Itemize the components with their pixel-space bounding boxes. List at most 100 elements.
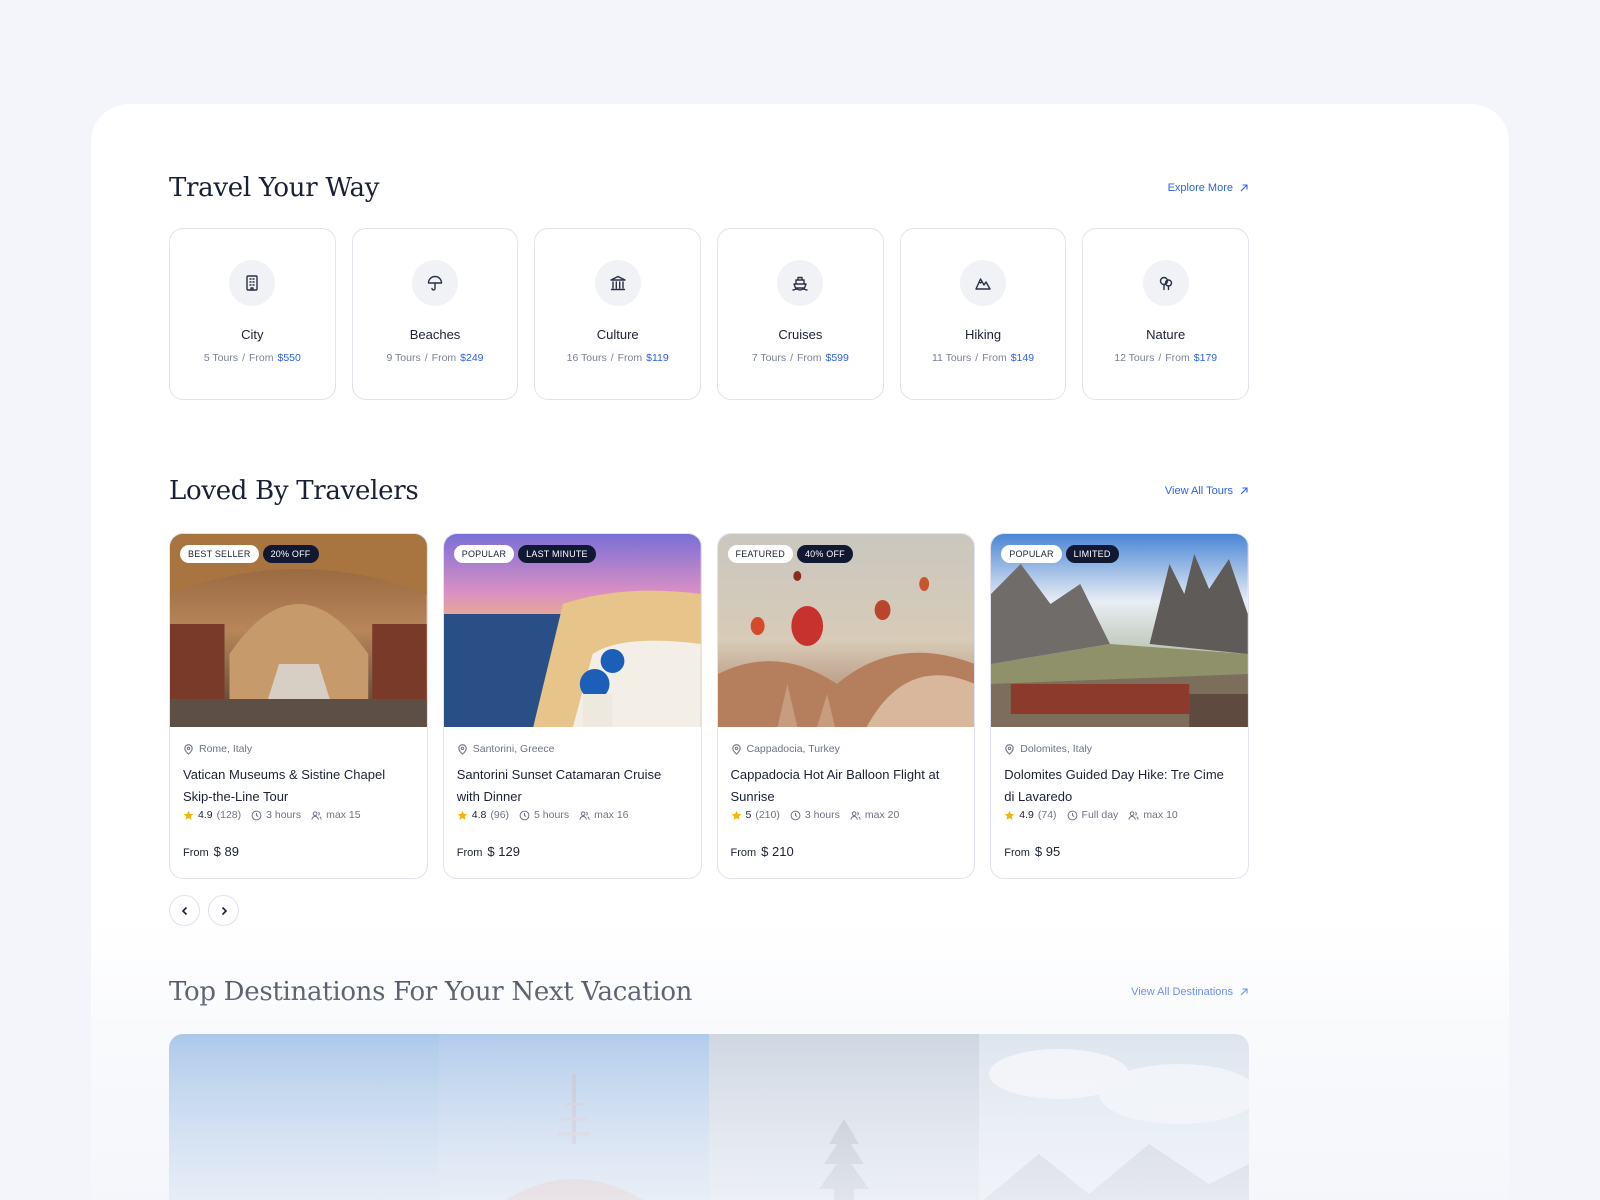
tour-title: Dolomites Guided Day Hike: Tre Cime di L… bbox=[1004, 767, 1224, 804]
tour-location: Rome, Italy bbox=[183, 743, 414, 755]
badge: 40% OFF bbox=[796, 545, 853, 563]
clock-icon bbox=[1067, 810, 1077, 820]
tour-price: From $ 89 bbox=[183, 844, 239, 859]
section-title: Top Destinations For Your Next Vacation bbox=[169, 977, 693, 1007]
arrow-up-right-icon bbox=[1240, 184, 1248, 192]
carousel-next-button[interactable] bbox=[208, 895, 239, 926]
tour-card[interactable]: BEST SELLER 20% OFF Rome, Italy Vatican … bbox=[169, 533, 428, 879]
tour-image: POPULAR LIMITED bbox=[991, 534, 1248, 727]
explore-more-link[interactable]: Explore More bbox=[1168, 182, 1249, 194]
tour-card[interactable]: FEATURED 40% OFF Cappadocia, Turkey Capp… bbox=[716, 533, 976, 879]
badge: FEATURED bbox=[727, 545, 793, 563]
section-title: Loved By Travelers bbox=[169, 476, 419, 506]
building-icon bbox=[246, 275, 259, 291]
tour-card[interactable]: POPULAR LAST MINUTE Santorini, Greece Sa… bbox=[442, 533, 702, 879]
destinations-section: Top Destinations For Your Next Vacation … bbox=[169, 972, 1249, 1200]
clock-icon bbox=[251, 810, 262, 820]
category-meta: 12 Tours / From $179 bbox=[1114, 352, 1218, 364]
category-card-beaches[interactable]: Beaches 9 Tours / From $249 bbox=[351, 228, 519, 400]
museum-icon bbox=[609, 275, 626, 291]
category-meta: 9 Tours / From $249 bbox=[386, 352, 484, 364]
badge: POPULAR bbox=[453, 545, 515, 563]
tour-image: POPULAR LAST MINUTE bbox=[443, 534, 701, 727]
badge: POPULAR bbox=[1001, 545, 1062, 563]
badge-group: POPULAR LIMITED bbox=[1001, 545, 1119, 563]
tour-title: Vatican Museums & Sistine Chapel Skip-th… bbox=[183, 767, 386, 804]
tour-stats: 4.9 (74) Full day max 10 bbox=[1004, 809, 1235, 821]
star-icon bbox=[1004, 810, 1015, 820]
section-title: Travel Your Way bbox=[169, 173, 380, 203]
tour-location: Cappadocia, Turkey bbox=[731, 743, 962, 755]
tour-price: From $ 129 bbox=[456, 844, 520, 859]
category-meta: 5 Tours / From $550 bbox=[203, 352, 301, 364]
location-pin-icon bbox=[1005, 743, 1015, 755]
group-icon bbox=[311, 810, 322, 820]
tour-stats: 4.8 (96) 5 hours max 16 bbox=[457, 809, 688, 821]
category-name: Hiking bbox=[964, 327, 1002, 342]
location-pin-icon bbox=[731, 743, 741, 755]
star-icon bbox=[183, 810, 194, 820]
tour-stats: 4.9 (128) 3 hours max 15 bbox=[183, 809, 414, 821]
badge-group: BEST SELLER 20% OFF bbox=[180, 545, 319, 563]
badge: 20% OFF bbox=[262, 545, 319, 563]
badge-group: POPULAR LAST MINUTE bbox=[453, 545, 596, 563]
destination-card[interactable] bbox=[979, 1034, 1249, 1200]
star-icon bbox=[731, 810, 741, 820]
tour-card[interactable]: POPULAR LIMITED Dolomites, Italy Dolomit… bbox=[990, 533, 1249, 879]
star-icon bbox=[457, 810, 468, 820]
tour-carousel: BEST SELLER 20% OFF Rome, Italy Vatican … bbox=[169, 533, 1249, 879]
categories-section: Travel Your Way Explore More City 5 Tour… bbox=[169, 168, 1250, 400]
category-name: Cruises bbox=[778, 327, 823, 342]
category-meta: 11 Tours / From $149 bbox=[931, 352, 1035, 364]
carousel-nav bbox=[169, 895, 1249, 926]
tour-title: Cappadocia Hot Air Balloon Flight at Sun… bbox=[730, 767, 940, 804]
category-name: Culture bbox=[596, 327, 639, 342]
clock-icon bbox=[519, 810, 530, 820]
category-card-nature[interactable]: Nature 12 Tours / From $179 bbox=[1082, 228, 1250, 400]
group-icon bbox=[850, 810, 861, 820]
clock-icon bbox=[790, 810, 801, 820]
tour-location: Santorini, Greece bbox=[457, 743, 688, 755]
destination-card[interactable] bbox=[439, 1034, 709, 1200]
group-icon bbox=[579, 810, 590, 820]
link-label: Explore More bbox=[1167, 182, 1233, 194]
arrow-up-right-icon bbox=[1240, 988, 1248, 996]
arrow-up-right-icon bbox=[1240, 487, 1248, 495]
tour-image: FEATURED 40% OFF bbox=[717, 534, 975, 727]
tour-location: Dolomites, Italy bbox=[1004, 743, 1235, 755]
chevron-left-icon bbox=[181, 906, 187, 915]
tours-section: Loved By Travelers View All Tours BEST S… bbox=[169, 471, 1249, 926]
chevron-right-icon bbox=[221, 906, 227, 915]
badge: LIMITED bbox=[1065, 545, 1119, 563]
destination-card[interactable] bbox=[169, 1034, 439, 1200]
carousel-prev-button[interactable] bbox=[169, 895, 200, 926]
trees-icon bbox=[1159, 276, 1172, 291]
category-card-cruises[interactable]: Cruises 7 Tours / From $599 bbox=[717, 228, 884, 400]
category-card-city[interactable]: City 5 Tours / From $550 bbox=[169, 228, 336, 400]
group-icon bbox=[1128, 810, 1139, 820]
tour-price: From $ 95 bbox=[1004, 844, 1061, 859]
mountain-icon bbox=[975, 278, 991, 290]
destination-gallery bbox=[169, 1034, 1249, 1200]
umbrella-icon bbox=[427, 275, 443, 291]
category-meta: 16 Tours / From $119 bbox=[566, 352, 669, 364]
category-name: Nature bbox=[1146, 327, 1186, 342]
category-name: City bbox=[241, 327, 264, 342]
category-card-hiking[interactable]: Hiking 11 Tours / From $149 bbox=[899, 228, 1067, 400]
ship-icon bbox=[792, 276, 809, 291]
category-meta: 7 Tours / From $599 bbox=[751, 352, 849, 364]
tour-price: From $ 210 bbox=[730, 844, 794, 859]
badge: LAST MINUTE bbox=[518, 545, 596, 563]
category-card-culture[interactable]: Culture 16 Tours / From $119 bbox=[534, 228, 702, 400]
view-all-tours-link[interactable]: View All Tours bbox=[1165, 485, 1249, 497]
badge: BEST SELLER bbox=[180, 545, 259, 563]
tour-title: Santorini Sunset Catamaran Cruise with D… bbox=[456, 767, 662, 804]
view-all-destinations-link[interactable]: View All Destinations bbox=[1131, 986, 1249, 998]
category-list: City 5 Tours / From $550 Beaches 9 Tours / Fr… bbox=[169, 228, 1250, 400]
badge-group: FEATURED 40% OFF bbox=[727, 545, 853, 563]
tour-stats: 5 (210) 3 hours max 20 bbox=[731, 809, 962, 821]
destination-card[interactable] bbox=[709, 1034, 979, 1200]
location-pin-icon bbox=[184, 743, 193, 755]
link-label: View All Tours bbox=[1164, 485, 1233, 497]
link-label: View All Destinations bbox=[1131, 986, 1233, 998]
